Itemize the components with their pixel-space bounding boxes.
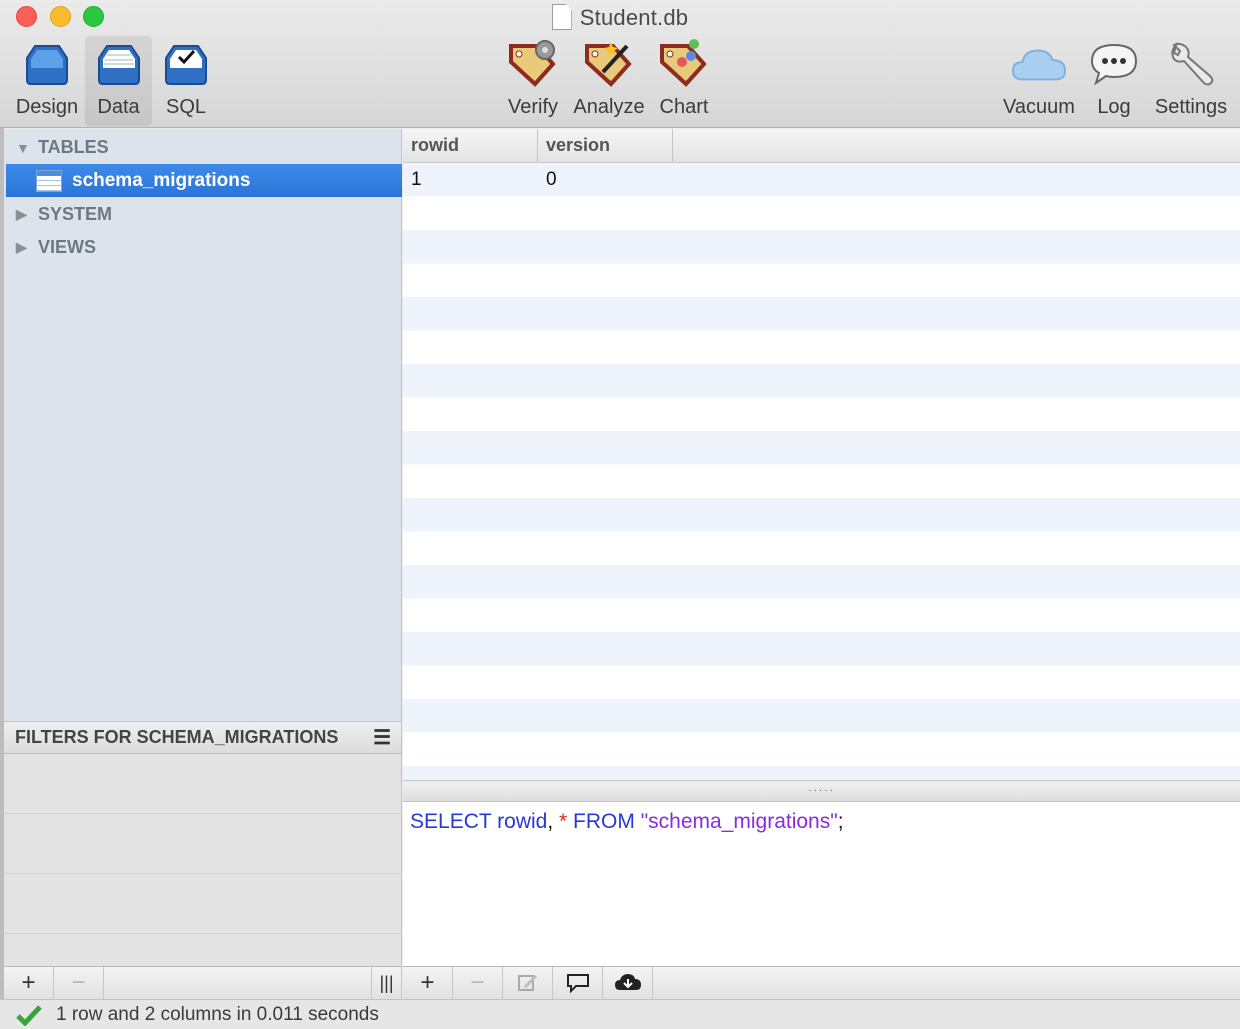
filter-row — [4, 754, 401, 814]
verify-button[interactable]: Verify — [505, 36, 561, 126]
filters-footer: + − ||| — [4, 966, 402, 999]
data-grid: rowid version 1 0 — [403, 129, 1240, 780]
sql-icon — [158, 36, 214, 92]
filter-row — [4, 874, 401, 934]
data-button[interactable]: Data — [85, 36, 152, 126]
split-view-divider[interactable]: ..... — [403, 780, 1240, 802]
column-header-version[interactable]: version — [538, 129, 673, 162]
speech-bubble-icon — [1086, 36, 1142, 92]
wrench-icon — [1163, 36, 1219, 92]
window-toolbar: Student.db Design Data SQL Verify Analyz… — [0, 0, 1240, 128]
verify-tag-icon — [505, 36, 561, 92]
sidebar-group-views[interactable]: ▶ VIEWS — [16, 237, 96, 258]
sql-editor[interactable]: SELECT rowid, * FROM "schema_migrations"… — [403, 802, 1240, 966]
cloud-icon — [1011, 36, 1067, 92]
grid-rows: 1 0 — [403, 163, 1240, 780]
document-icon — [551, 4, 572, 30]
status-text: 1 row and 2 columns in 0.011 seconds — [56, 1003, 379, 1025]
column-header-rowid[interactable]: rowid — [403, 129, 538, 162]
remove-row-button[interactable]: − — [453, 967, 503, 999]
sql-token: , — [547, 810, 560, 833]
design-button[interactable]: Design — [14, 36, 80, 126]
add-row-button[interactable]: + — [403, 967, 453, 999]
filter-row — [4, 814, 401, 874]
filters-panel: FILTERS FOR SCHEMA_MIGRATIONS ☰ — [4, 721, 402, 966]
analyze-tag-icon — [581, 36, 637, 92]
table-row[interactable]: 1 0 — [403, 163, 1240, 197]
sidebar-item-schema-migrations[interactable]: schema_migrations — [6, 164, 402, 197]
grid-footer: + − — [403, 966, 1240, 999]
export-button[interactable] — [603, 967, 653, 999]
window-title: Student.db — [0, 4, 1240, 31]
cell-rowid[interactable]: 1 — [403, 169, 538, 191]
grid-header: rowid version — [403, 129, 1240, 163]
sidebar-group-system[interactable]: ▶ SYSTEM — [16, 204, 112, 225]
sidebar-group-tables[interactable]: ▼ TABLES — [16, 137, 109, 158]
sql-token: SELECT rowid — [410, 810, 548, 833]
table-icon — [36, 169, 62, 192]
comment-button[interactable] — [553, 967, 603, 999]
design-icon — [19, 36, 75, 92]
chart-button[interactable]: Chart — [656, 36, 712, 126]
add-filter-button[interactable]: + — [4, 967, 54, 999]
edit-row-button[interactable] — [503, 967, 553, 999]
comment-icon — [566, 974, 589, 993]
settings-button[interactable]: Settings — [1152, 36, 1230, 126]
disclosure-collapsed-icon[interactable]: ▶ — [16, 206, 30, 223]
cloud-download-icon — [614, 974, 641, 990]
chart-tag-icon — [656, 36, 712, 92]
vacuum-button[interactable]: Vacuum — [1002, 36, 1076, 126]
status-bar: 1 row and 2 columns in 0.011 seconds — [0, 999, 1240, 1029]
disclosure-expanded-icon[interactable]: ▼ — [16, 140, 30, 156]
cell-version[interactable]: 0 — [538, 169, 673, 191]
data-icon — [91, 36, 147, 92]
menu-icon[interactable]: ☰ — [373, 725, 391, 750]
sql-token: "schema_migrations" — [640, 810, 838, 833]
edit-icon — [517, 975, 537, 991]
sql-button[interactable]: SQL — [158, 36, 214, 126]
filters-header: FILTERS FOR SCHEMA_MIGRATIONS ☰ — [4, 721, 401, 754]
sql-token: ; — [837, 810, 844, 833]
sql-token: FROM — [567, 810, 641, 833]
sql-token: * — [559, 810, 568, 833]
columns-icon[interactable]: ||| — [371, 967, 401, 999]
log-button[interactable]: Log — [1088, 36, 1140, 126]
checkmark-icon — [16, 1004, 42, 1026]
disclosure-collapsed-icon[interactable]: ▶ — [16, 239, 30, 256]
schema-sidebar: ▼ TABLES schema_migrations ▶ SYSTEM ▶ VI… — [4, 129, 402, 721]
analyze-button[interactable]: Analyze — [573, 36, 645, 126]
remove-filter-button[interactable]: − — [54, 967, 104, 999]
